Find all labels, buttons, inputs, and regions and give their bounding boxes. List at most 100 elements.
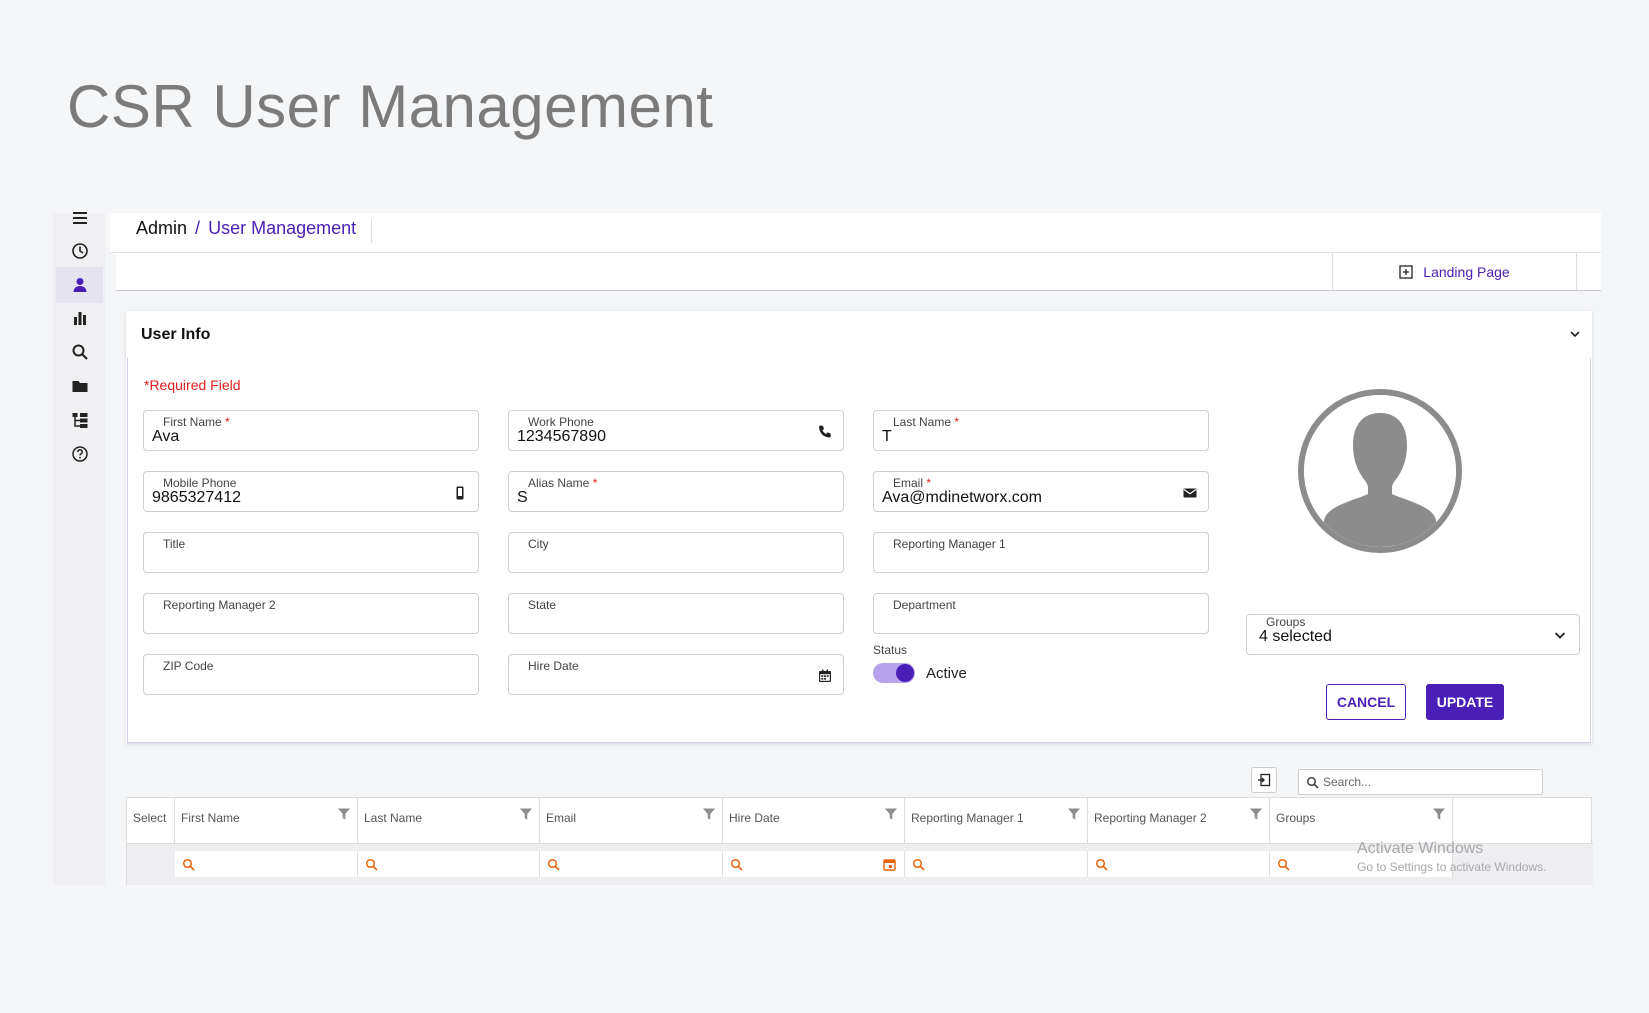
calendar-icon[interactable] xyxy=(817,668,833,684)
zip-code-field[interactable]: ZIP Code xyxy=(143,654,479,695)
reporting-manager-1-field[interactable]: Reporting Manager 1 xyxy=(873,532,1209,573)
column-header-select[interactable]: Select xyxy=(127,798,175,844)
grid-search-input[interactable] xyxy=(1323,773,1533,791)
alias-name-label-text: Alias Name xyxy=(528,476,590,490)
breadcrumb-admin[interactable]: Admin xyxy=(136,218,187,238)
sidebar-item-users[interactable] xyxy=(56,267,103,303)
status-value: Active xyxy=(926,665,967,682)
history-icon xyxy=(71,243,88,259)
status-toggle[interactable] xyxy=(873,663,915,683)
work-phone-value[interactable]: 1234567890 xyxy=(517,428,606,446)
filter-email[interactable] xyxy=(540,851,723,877)
chevron-down-icon[interactable] xyxy=(1568,327,1582,341)
alias-name-value[interactable]: S xyxy=(517,489,528,507)
column-header-reporting-manager-2[interactable]: Reporting Manager 2 xyxy=(1088,798,1270,844)
column-header-label: First Name xyxy=(181,811,240,825)
envelope-icon xyxy=(1183,488,1197,498)
filter-icon[interactable] xyxy=(1432,807,1446,821)
first-name-label-text: First Name xyxy=(163,415,222,429)
sidebar-item-search[interactable] xyxy=(56,334,103,370)
required-star: * xyxy=(592,476,598,490)
department-field[interactable]: Department xyxy=(873,593,1209,634)
breadcrumb: Admin / User Management xyxy=(136,218,356,239)
email-value[interactable]: Ava@mdinetworx.com xyxy=(882,489,1042,507)
sidebar-item-hierarchy[interactable] xyxy=(56,402,103,438)
filter-reporting-manager-1[interactable] xyxy=(905,851,1088,877)
menu-icon xyxy=(72,212,87,224)
email-field[interactable]: Email * Ava@mdinetworx.com xyxy=(873,471,1209,512)
phone-icon xyxy=(819,425,831,438)
filter-icon[interactable] xyxy=(1249,807,1263,821)
groups-label: Groups xyxy=(1266,615,1306,629)
first-name-value[interactable]: Ava xyxy=(152,428,179,446)
grid-header-row: Select First Name Last Name Email Hire D… xyxy=(127,798,1593,844)
toggle-knob xyxy=(896,664,914,682)
topbar-divider xyxy=(371,219,372,243)
city-field[interactable]: City xyxy=(508,532,844,573)
update-button[interactable]: UPDATE xyxy=(1426,684,1504,720)
user-icon xyxy=(73,278,86,292)
tab-bar: Landing Page xyxy=(116,253,1601,291)
filter-icon[interactable] xyxy=(337,807,351,821)
filter-hire-date[interactable] xyxy=(723,851,905,877)
column-header-label: Hire Date xyxy=(729,811,780,825)
search-icon xyxy=(730,858,743,871)
folder-icon xyxy=(72,381,87,392)
sidebar-item-reports[interactable] xyxy=(56,300,103,336)
sidebar-item-files[interactable] xyxy=(56,368,103,404)
work-phone-field[interactable]: Work Phone 1234567890 xyxy=(508,410,844,451)
column-header-label: Email xyxy=(546,811,577,825)
filter-last-name[interactable] xyxy=(358,851,540,877)
search-icon xyxy=(365,858,378,871)
user-info-header[interactable]: User Info xyxy=(126,311,1592,358)
bar-chart-icon xyxy=(73,312,86,325)
sidebar-item-history[interactable] xyxy=(56,233,103,269)
last-name-value[interactable]: T xyxy=(882,428,892,446)
sidebar-item-help[interactable] xyxy=(56,436,103,472)
tab-landing-page[interactable]: Landing Page xyxy=(1332,253,1577,290)
hierarchy-icon xyxy=(72,413,87,428)
filter-icon[interactable] xyxy=(1067,807,1081,821)
export-button[interactable] xyxy=(1251,767,1277,793)
column-header-last-name[interactable]: Last Name xyxy=(358,798,540,844)
filter-icon[interactable] xyxy=(884,807,898,821)
sidebar-item-menu[interactable] xyxy=(56,200,103,236)
column-header-first-name[interactable]: First Name xyxy=(175,798,358,844)
filter-icon[interactable] xyxy=(519,807,533,821)
groups-select[interactable]: Groups 4 selected xyxy=(1246,614,1580,655)
help-icon xyxy=(71,446,88,462)
search-icon xyxy=(182,858,195,871)
column-header-reporting-manager-1[interactable]: Reporting Manager 1 xyxy=(905,798,1088,844)
filter-reporting-manager-2[interactable] xyxy=(1088,851,1270,877)
grid-toolbar xyxy=(126,767,1592,797)
search-icon xyxy=(547,858,560,871)
last-name-label: Last Name * xyxy=(893,415,959,429)
reporting-manager-2-field[interactable]: Reporting Manager 2 xyxy=(143,593,479,634)
cancel-button[interactable]: CANCEL xyxy=(1326,684,1406,720)
work-phone-label: Work Phone xyxy=(528,415,594,429)
calendar-icon[interactable] xyxy=(883,858,896,871)
watermark-subtitle: Go to Settings to activate Windows. xyxy=(1357,860,1547,874)
mobile-phone-field[interactable]: Mobile Phone 9865327412 xyxy=(143,471,479,512)
breadcrumb-separator: / xyxy=(195,218,201,238)
filter-first-name[interactable] xyxy=(175,851,358,877)
column-header-hire-date[interactable]: Hire Date xyxy=(723,798,905,844)
activate-windows-watermark: Activate Windows Go to Settings to activ… xyxy=(1357,840,1546,874)
required-star: * xyxy=(954,415,960,429)
column-header-label: Reporting Manager 2 xyxy=(1094,811,1207,825)
hire-date-field[interactable]: Hire Date xyxy=(508,654,844,695)
mobile-phone-value[interactable]: 9865327412 xyxy=(152,489,241,507)
column-header-label: Groups xyxy=(1276,811,1316,825)
state-label: State xyxy=(528,598,557,612)
first-name-field[interactable]: First Name * Ava xyxy=(143,410,479,451)
avatar[interactable] xyxy=(1298,389,1462,553)
last-name-field[interactable]: Last Name * T xyxy=(873,410,1209,451)
filter-icon[interactable] xyxy=(702,807,716,821)
title-field[interactable]: Title xyxy=(143,532,479,573)
column-header-email[interactable]: Email xyxy=(540,798,723,844)
alias-name-field[interactable]: Alias Name * S xyxy=(508,471,844,512)
state-field[interactable]: State xyxy=(508,593,844,634)
column-header-groups[interactable]: Groups xyxy=(1270,798,1453,844)
user-info-title: User Info xyxy=(141,325,211,343)
user-silhouette-icon xyxy=(1304,395,1456,547)
